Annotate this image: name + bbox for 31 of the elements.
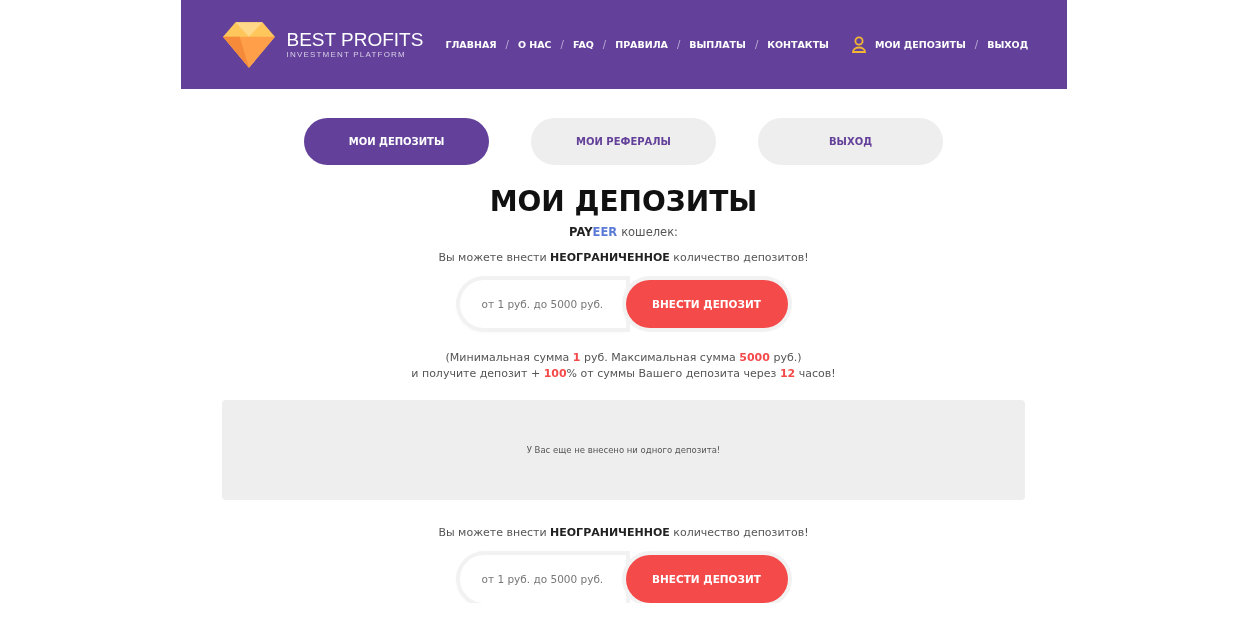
nav-link[interactable]: О НАС (517, 39, 552, 50)
user-icon (850, 36, 867, 53)
info-text: Вы можете внести НЕОГРАНИЧЕННОЕ количество депозитов! (438, 251, 809, 264)
note-text: и получите депозит + 100% от суммы Вашего депозита через 12 часов! (411, 366, 836, 382)
nav-separator: / (754, 39, 759, 50)
nav-separator: / (676, 39, 681, 50)
nav-separator: / (560, 39, 564, 50)
diamond-logo-icon (220, 19, 277, 70)
amount-field[interactable]: от 1 руб. до 5000 руб. (459, 280, 626, 328)
nav-link[interactable]: ГЛАВНАЯ (445, 39, 497, 50)
logo-subtitle: INVESTMENT PLATFORM (286, 50, 407, 59)
nav-link[interactable]: ПРАВИЛА (615, 39, 668, 50)
tab[interactable]: ВЫХОД (758, 118, 943, 165)
nav-separator: / (974, 39, 979, 50)
page-title: МОИ ДЕПОЗИТЫ (489, 185, 758, 219)
note-text: (Минимальная сумма 1 руб. Максимальная сумма 5000 руб.) (445, 350, 802, 366)
wallet-label: кошелек: (621, 225, 678, 239)
nav-separator: / (602, 39, 607, 50)
amount-field[interactable]: от 1 руб. до 5000 руб. (459, 555, 626, 603)
nav-link[interactable]: ВЫХОД (987, 39, 1029, 50)
empty-message: У Вас еще не внесено ни одного депозита! (526, 445, 721, 455)
nav-link[interactable]: FAQ (573, 39, 594, 50)
tab[interactable]: МОИ ДЕПОЗИТЫ (304, 118, 489, 165)
nav-separator: / (505, 39, 509, 50)
nav-link[interactable]: ВЫПЛАТЫ (689, 39, 746, 50)
payeer-logo: PAYEER (569, 225, 618, 239)
info-text: Вы можете внести НЕОГРАНИЧЕННОЕ количество депозитов! (438, 526, 809, 539)
tab[interactable]: МОИ РЕФЕРАЛЫ (531, 118, 716, 165)
logo-title: BEST PROFITS (286, 30, 424, 50)
nav-link[interactable]: КОНТАКТЫ (767, 39, 829, 50)
nav-link[interactable]: МОИ ДЕПОЗИТЫ (874, 39, 966, 50)
